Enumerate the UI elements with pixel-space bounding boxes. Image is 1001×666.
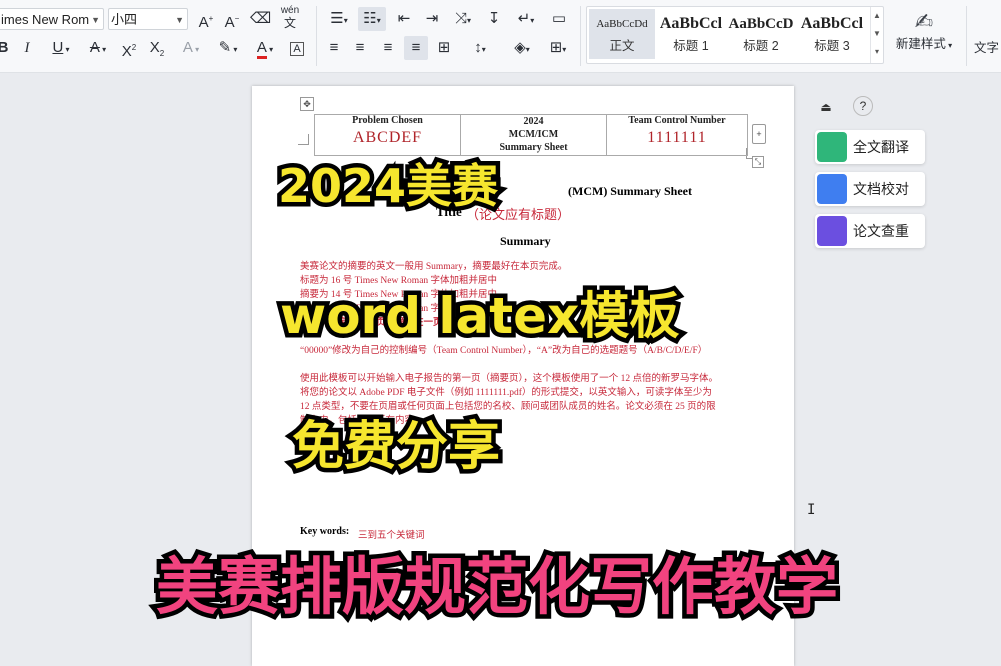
highlight-icon[interactable]: ✎ ▾ — [212, 36, 244, 60]
increase-indent-icon[interactable]: ⇥ — [422, 7, 442, 31]
summary-sheet-label: Summary Sheet — [499, 142, 568, 153]
line-spacing-icon[interactable]: ↕▾ — [466, 36, 494, 60]
caption-free-share: 免费分享 — [287, 413, 504, 482]
table-border-icon[interactable]: ▭ — [548, 7, 570, 31]
numbered-list-icon[interactable]: ☷▾ — [358, 7, 386, 31]
distributed-align-icon[interactable]: ⊞ — [434, 36, 454, 60]
summary-line: 使用此模板可以开始输入电子报告的第一页（摘要页），这个模板使用了一个 12 点倍… — [300, 374, 719, 384]
font-color-icon[interactable]: A ▾ — [250, 36, 280, 60]
eraser-icon[interactable]: ⌫ — [250, 7, 271, 31]
chevron-down-icon: ▼ — [91, 15, 100, 25]
style-sample: AaBbCcl — [800, 15, 864, 32]
align-left-icon[interactable]: ≡ — [324, 36, 344, 60]
bold-icon[interactable]: B — [0, 36, 10, 60]
ribbon-toolbar: imes New Rom ▼ 小四 ▼ A+ A− ⌫ wén 文 B I U ▾… — [0, 0, 1001, 73]
shading-icon[interactable]: ◈▾ — [508, 36, 536, 60]
style-name: 标题 2 — [743, 39, 779, 53]
team-control-label: Team Control Number — [628, 115, 726, 126]
text-tools-label: 文字 — [974, 41, 1000, 55]
style-name: 标题 3 — [814, 39, 850, 53]
chinese-layout-icon[interactable]: ⤨▾ — [450, 7, 476, 31]
translate-icon — [817, 132, 847, 162]
line-break-icon[interactable]: ↵▾ — [512, 7, 540, 31]
plagiarism-check-button[interactable]: 论文查重 — [815, 214, 925, 248]
new-style-button[interactable]: ✍ 新建样式 ▾ — [888, 8, 960, 60]
style-sample: AaBbCcl — [659, 15, 723, 32]
move-table-handle-icon[interactable]: ✥ — [300, 97, 314, 111]
decrease-indent-icon[interactable]: ⇤ — [394, 7, 414, 31]
toolbar-divider — [966, 6, 967, 66]
style-heading-2[interactable]: AaBbCcD 标题 2 — [727, 9, 795, 59]
style-name: 正文 — [609, 39, 635, 53]
phonetic-guide-button[interactable]: wén 文 — [276, 5, 304, 29]
proofread-icon — [817, 174, 847, 204]
style-heading-3[interactable]: AaBbCcl 标题 3 — [797, 9, 867, 59]
style-gallery: AaBbCcDd 正文 AaBbCcl 标题 1 AaBbCcD 标题 2 Aa… — [586, 6, 884, 64]
style-sample: AaBbCcDd — [596, 18, 648, 30]
full-text-translate-button[interactable]: 全文翻译 — [815, 130, 925, 164]
justify-icon[interactable]: ≡ — [404, 36, 428, 60]
team-control-cell[interactable]: Team Control Number 1111111 — [606, 114, 748, 156]
font-size-select[interactable]: 小四 ▼ — [108, 8, 188, 30]
underline-icon[interactable]: U ▾ — [46, 36, 76, 60]
problem-chosen-value: ABCDEF — [352, 129, 423, 146]
contest-name: MCM/ICM — [508, 129, 559, 140]
text-cursor-icon: I — [807, 502, 816, 518]
summary-line: 美赛论文的摘要的英文一般用 Summary，摘要最好在本页完成。 — [300, 262, 568, 272]
help-icon[interactable]: ? — [853, 96, 873, 116]
style-gallery-scroll[interactable]: ▲ ▼ ▾ — [870, 7, 883, 63]
full-text-translate-label: 全文翻译 — [853, 139, 909, 155]
font-name-value: imes New Rom — [1, 12, 90, 27]
bullet-list-icon[interactable]: ☰▾ — [326, 7, 352, 31]
plagiarism-check-label: 论文查重 — [853, 223, 909, 239]
font-size-value: 小四 — [111, 12, 138, 27]
pen-style-icon: ✍ — [914, 9, 934, 34]
superscript-icon[interactable]: X2 — [118, 36, 140, 60]
borders-icon[interactable]: ⊞▾ — [544, 36, 572, 60]
align-center-icon[interactable]: ≡ — [350, 36, 370, 60]
italic-icon[interactable]: I — [20, 36, 34, 60]
resize-table-icon[interactable]: ⤡ — [752, 156, 764, 168]
chevron-down-icon: ▼ — [175, 15, 184, 25]
character-border-icon[interactable]: A — [288, 36, 306, 60]
document-proofread-label: 文档校对 — [853, 181, 909, 197]
toolbar-divider — [580, 6, 581, 66]
document-proofread-button[interactable]: 文档校对 — [815, 172, 925, 206]
style-heading-1[interactable]: AaBbCcl 标题 1 — [657, 9, 725, 59]
align-right-icon[interactable]: ≡ — [378, 36, 398, 60]
caption-2024-contest: 2024美赛 — [273, 155, 502, 218]
text-effect-icon[interactable]: A ▾ — [176, 36, 206, 60]
sheet-title-right: (MCM) Summary Sheet — [568, 184, 692, 198]
phonetic-label: wén — [280, 5, 300, 16]
caption-writing-tutorial: 美赛排版规范化写作教学 — [151, 546, 842, 628]
style-name: 标题 1 — [673, 39, 709, 53]
style-normal[interactable]: AaBbCcDd 正文 — [589, 9, 655, 59]
margin-corner-mark — [298, 134, 309, 145]
text-tools-button[interactable]: 文字 — [974, 36, 1001, 60]
increase-font-size-icon[interactable]: A+ — [196, 7, 216, 31]
style-sample: AaBbCcD — [728, 16, 794, 32]
collapse-panel-icon[interactable]: ⏏ — [815, 96, 837, 118]
decrease-font-size-icon[interactable]: A− — [222, 7, 242, 31]
new-style-label: 新建样式 — [895, 37, 946, 51]
toolbar-divider — [316, 6, 317, 66]
subscript-icon[interactable]: X2 — [146, 36, 168, 60]
problem-chosen-label: Problem Chosen — [352, 115, 423, 126]
team-control-value: 1111111 — [647, 129, 707, 146]
strikethrough-icon[interactable]: A ▾ — [84, 36, 112, 60]
add-column-icon[interactable]: + — [752, 124, 766, 144]
summary-heading: Summary — [500, 234, 551, 248]
sort-icon[interactable]: ↧ — [484, 7, 504, 31]
contest-year: 2024 — [523, 116, 544, 127]
plagiarism-check-icon — [817, 216, 847, 246]
caption-word-latex-template: word latex模板 — [275, 283, 683, 350]
summary-line: 将您的论文以 Adobe PDF 电子文件（例如 1111111.pdf）的形式… — [300, 388, 712, 398]
font-name-select[interactable]: imes New Rom ▼ — [0, 8, 104, 30]
